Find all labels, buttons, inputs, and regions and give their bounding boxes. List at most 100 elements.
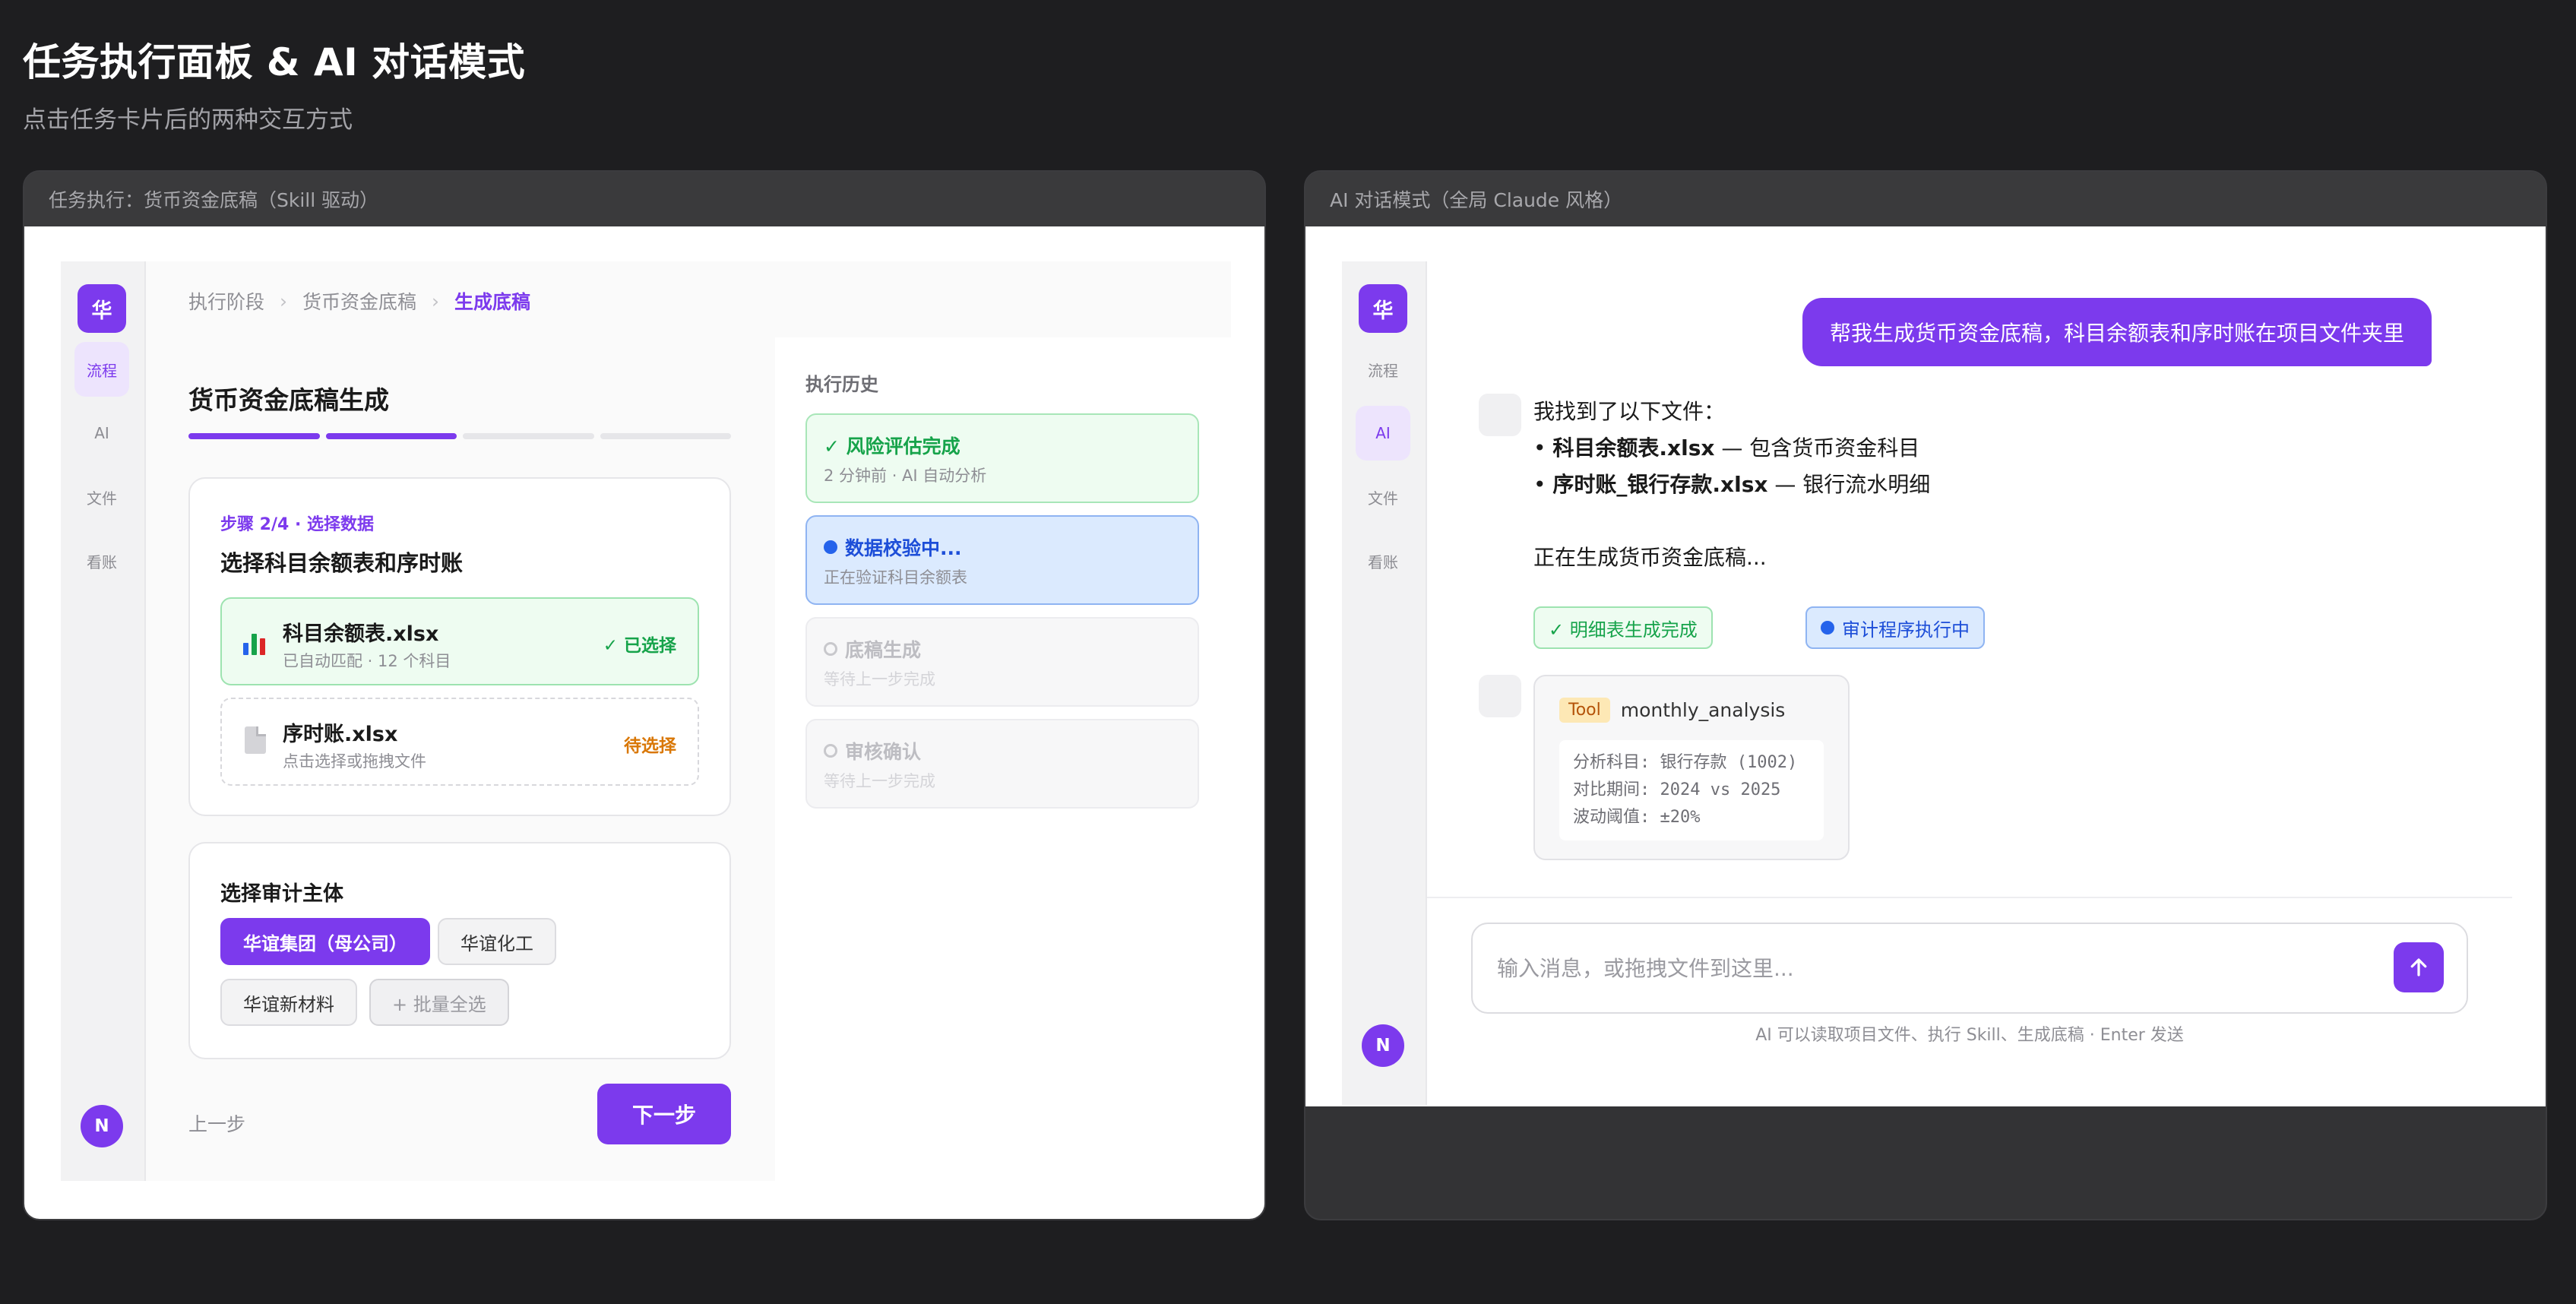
file-sub: 点击选择或拖拽文件 bbox=[283, 752, 426, 771]
chat-area: 帮我生成货币资金底稿，科目余额表和序时账在项目文件夹里 我找到了以下文件： • … bbox=[1427, 261, 2512, 1105]
progress-segment bbox=[188, 433, 320, 439]
rail-item-ledger[interactable]: 看账 bbox=[74, 533, 129, 588]
ai-file-line: • 序时账_银行存款.xlsx — 银行流水明细 bbox=[1533, 472, 1931, 497]
history-name-row: 审核确认 bbox=[824, 737, 921, 764]
entity-chip-materials[interactable]: 华谊新材料 bbox=[220, 979, 357, 1026]
file-name: 序时账.xlsx bbox=[283, 723, 398, 746]
history-name-row: 底稿生成 bbox=[824, 635, 921, 663]
file-status: ✓ 已选择 bbox=[603, 636, 676, 656]
app-logo[interactable]: 华 bbox=[78, 284, 126, 333]
user-message: 帮我生成货币资金底稿，科目余额表和序时账在项目文件夹里 bbox=[1802, 298, 2432, 366]
ai-file-name: 科目余额表.xlsx bbox=[1552, 435, 1715, 461]
app-logo[interactable]: 华 bbox=[1359, 284, 1407, 333]
nav-rail: 华 流程 AI 文件 看账 N bbox=[1342, 261, 1427, 1105]
prev-step-button[interactable]: 上一步 bbox=[188, 1109, 245, 1137]
history-name: 审核确认 bbox=[845, 741, 922, 763]
history-sub: 2 分钟前 · AI 自动分析 bbox=[824, 467, 987, 485]
pending-circle-icon bbox=[824, 744, 837, 758]
ai-file-line: • 科目余额表.xlsx — 包含货币资金科目 bbox=[1533, 435, 1920, 461]
rail-item-files[interactable]: 文件 bbox=[74, 470, 129, 524]
pending-circle-icon bbox=[824, 642, 837, 656]
tool-call-card[interactable]: Tool monthly_analysis 分析科目: 银行存款 (1002) … bbox=[1533, 675, 1850, 860]
page-subtitle: 点击任务卡片后的两种交互方式 bbox=[23, 106, 353, 134]
ai-status: 正在生成货币资金底稿... bbox=[1533, 545, 1767, 570]
history-item-done[interactable]: ✓ 风险评估完成 2 分钟前 · AI 自动分析 bbox=[805, 413, 1199, 503]
window-title: 任务执行：货币资金底稿（Skill 驱动） bbox=[24, 172, 1264, 226]
file-status: 待选择 bbox=[624, 736, 676, 756]
history-name: 底稿生成 bbox=[845, 639, 922, 661]
chevron-right-icon: › bbox=[432, 290, 440, 312]
message-input[interactable] bbox=[1497, 956, 2371, 981]
window-title: AI 对话模式（全局 Claude 风格） bbox=[1305, 172, 2546, 226]
user-avatar[interactable]: N bbox=[81, 1105, 123, 1147]
step-title: 选择科目余额表和序时账 bbox=[220, 550, 464, 576]
ai-file-name: 序时账_银行存款.xlsx bbox=[1552, 472, 1768, 497]
history-name-row: 数据校验中... bbox=[824, 533, 962, 561]
window-body: 华 流程 AI 文件 看账 N 执行阶段 › 货币资金底稿 › 生成底稿 货币资… bbox=[24, 226, 1264, 1219]
history-name: 数据校验中... bbox=[845, 537, 962, 559]
tool-header: Tool monthly_analysis bbox=[1559, 698, 1785, 723]
tool-param: 波动阈值: ±20% bbox=[1573, 808, 1701, 827]
tool-params: 分析科目: 银行存款 (1002) 对比期间: 2024 vs 2025 波动阈… bbox=[1559, 740, 1824, 840]
tool-badge: Tool bbox=[1559, 698, 1610, 723]
step-card: 步骤 2/4 · 选择数据 选择科目余额表和序时账 科目余额表.xlsx 已自动… bbox=[188, 477, 731, 816]
document-icon bbox=[245, 726, 266, 754]
page-title: 任务执行面板 & AI 对话模式 bbox=[23, 40, 526, 84]
tool-param: 对比期间: 2024 vs 2025 bbox=[1573, 780, 1781, 799]
progress-segment bbox=[463, 433, 594, 439]
breadcrumb-item[interactable]: 货币资金底稿 bbox=[302, 287, 416, 315]
breadcrumb: 执行阶段 › 货币资金底稿 › 生成底稿 bbox=[188, 287, 530, 315]
history-item-pending[interactable]: 底稿生成 等待上一步完成 bbox=[805, 617, 1199, 707]
file-option-pending[interactable]: 序时账.xlsx 点击选择或拖拽文件 待选择 bbox=[220, 698, 699, 786]
ai-message: 我找到了以下文件： • 科目余额表.xlsx — 包含货币资金科目 • 序时账_… bbox=[1533, 394, 1930, 576]
ai-file-desc: — 包含货币资金科目 bbox=[1721, 435, 1920, 461]
file-option-selected[interactable]: 科目余额表.xlsx 已自动匹配 · 12 个科目 ✓ 已选择 bbox=[220, 597, 699, 685]
ai-intro: 我找到了以下文件： bbox=[1533, 399, 1726, 424]
tool-param: 分析科目: 银行存款 (1002) bbox=[1573, 753, 1798, 772]
ai-chat-window: AI 对话模式（全局 Claude 风格） 华 流程 AI 文件 看账 N 帮我… bbox=[1304, 170, 2547, 1220]
history-pane: 执行历史 ✓ 风险评估完成 2 分钟前 · AI 自动分析 数据校验中... 正… bbox=[775, 337, 1231, 1181]
app-frame: 华 流程 AI 文件 看账 N 帮我生成货币资金底稿，科目余额表和序时账在项目文… bbox=[1342, 261, 2512, 1105]
spreadsheet-icon bbox=[243, 626, 267, 655]
user-avatar[interactable]: N bbox=[1362, 1024, 1404, 1067]
rail-item-flow[interactable]: 流程 bbox=[1356, 342, 1410, 397]
step-label: 步骤 2/4 · 选择数据 bbox=[220, 515, 374, 534]
task-pane: 货币资金底稿生成 步骤 2/4 · 选择数据 选择科目余额表和序时账 科目余额表… bbox=[146, 337, 775, 1181]
tool-name: monthly_analysis bbox=[1620, 699, 1786, 721]
file-name: 科目余额表.xlsx bbox=[283, 622, 439, 646]
history-sub: 正在验证科目余额表 bbox=[824, 568, 967, 587]
task-execution-window: 任务执行：货币资金底稿（Skill 驱动） 华 流程 AI 文件 看账 N 执行… bbox=[23, 170, 1266, 1220]
message-composer bbox=[1471, 923, 2468, 1014]
nav-rail: 华 流程 AI 文件 看账 N bbox=[61, 261, 146, 1181]
ai-avatar bbox=[1479, 675, 1521, 717]
breadcrumb-item[interactable]: 执行阶段 bbox=[188, 287, 264, 315]
rail-item-ai[interactable]: AI bbox=[74, 406, 129, 461]
entity-chip-parent[interactable]: 华谊集团（母公司） bbox=[220, 918, 430, 965]
step-progress bbox=[188, 433, 731, 439]
composer-hint: AI 可以读取项目文件、执行 Skill、生成底稿 · Enter 发送 bbox=[1755, 1026, 2184, 1045]
breadcrumb-current: 生成底稿 bbox=[454, 291, 531, 313]
rail-item-files[interactable]: 文件 bbox=[1356, 470, 1410, 524]
status-tag-running: 审计程序执行中 bbox=[1805, 606, 1985, 649]
history-item-running[interactable]: 数据校验中... 正在验证科目余额表 bbox=[805, 515, 1199, 605]
history-title: 执行历史 bbox=[805, 374, 878, 395]
entity-title: 选择审计主体 bbox=[220, 882, 343, 906]
running-dot-icon bbox=[824, 540, 837, 554]
file-sub: 已自动匹配 · 12 个科目 bbox=[283, 652, 451, 670]
next-step-button[interactable]: 下一步 bbox=[597, 1084, 731, 1144]
ai-file-desc: — 银行流水明细 bbox=[1774, 472, 1931, 497]
rail-item-ledger[interactable]: 看账 bbox=[1356, 533, 1410, 588]
task-title: 货币资金底稿生成 bbox=[188, 385, 389, 415]
rail-item-flow[interactable]: 流程 bbox=[74, 342, 129, 397]
progress-segment bbox=[600, 433, 731, 439]
entity-card: 选择审计主体 华谊集团（母公司） 华谊化工 华谊新材料 + 批量全选 bbox=[188, 842, 731, 1059]
history-sub: 等待上一步完成 bbox=[824, 772, 935, 790]
arrow-up-icon bbox=[2410, 958, 2427, 976]
rail-item-ai[interactable]: AI bbox=[1356, 406, 1410, 461]
select-all-chip[interactable]: + 批量全选 bbox=[369, 979, 509, 1026]
entity-chip-chemical[interactable]: 华谊化工 bbox=[438, 918, 556, 965]
history-item-pending[interactable]: 审核确认 等待上一步完成 bbox=[805, 719, 1199, 809]
ai-avatar bbox=[1479, 394, 1521, 436]
send-button[interactable] bbox=[2394, 942, 2444, 992]
status-tag-label: 审计程序执行中 bbox=[1842, 619, 1970, 641]
